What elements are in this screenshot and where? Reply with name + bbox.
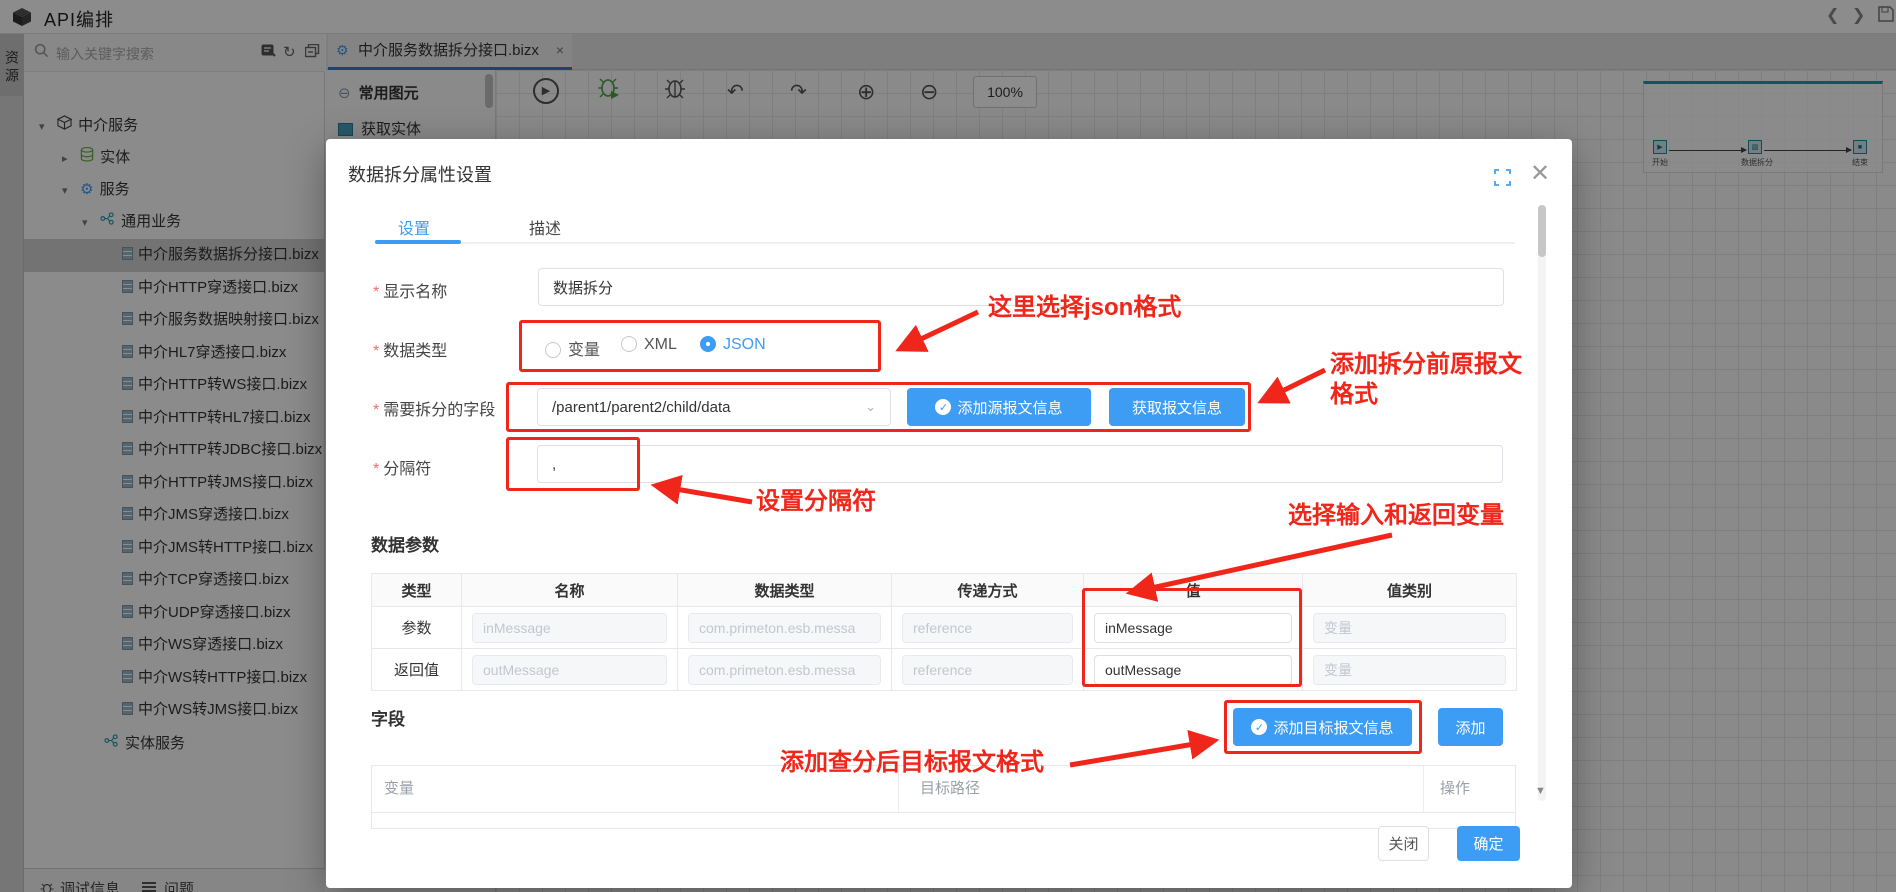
annotation-target-format: 添加查分后目标报文格式 [780, 749, 1044, 776]
add-source-message-button[interactable]: ✓ 添加源报文信息 [907, 388, 1091, 426]
param-type: 参数 [371, 606, 462, 649]
params-row: 返回值 outMessage com.primeton.esb.messa re… [371, 648, 1517, 691]
col-datatype: 数据类型 [677, 573, 892, 607]
active-tab-indicator [375, 240, 461, 244]
scrollbar-thumb[interactable] [1538, 205, 1546, 257]
annotation-json-format: 这里选择json格式 [988, 294, 1182, 321]
col-value: 值 [1083, 573, 1303, 607]
param-name-input: inMessage [472, 612, 667, 643]
param-value-input[interactable]: outMessage [1094, 654, 1292, 685]
radio-icon [621, 336, 637, 352]
param-datatype-input: com.primeton.esb.messa [688, 612, 881, 643]
col-value-category: 值类别 [1302, 573, 1517, 607]
scroll-down-icon[interactable]: ▼ [1535, 785, 1546, 797]
radio-selected-icon [700, 336, 716, 352]
col-name: 名称 [461, 573, 678, 607]
col-variable: 变量 [384, 780, 415, 797]
screen: API编排 ❮ ❯ 资源 输入关键字搜索 ↻ ▾ 中介服务 ▸ 实体 ▾ ⚙ 服… [0, 0, 1896, 892]
col-type: 类型 [371, 573, 462, 607]
param-datatype-input: com.primeton.esb.messa [688, 654, 881, 685]
param-value-category-input: 变量 [1313, 612, 1506, 643]
get-message-button[interactable]: 获取报文信息 [1109, 388, 1245, 426]
split-field-label: * 需要拆分的字段 [373, 402, 496, 419]
params-header-row: 类型 名称 数据类型 传递方式 值 值类别 [371, 573, 1517, 607]
dialog-title: 数据拆分属性设置 [348, 165, 492, 185]
add-button[interactable]: 添加 [1438, 708, 1503, 746]
params-row: 参数 inMessage com.primeton.esb.messa refe… [371, 606, 1517, 649]
ok-button[interactable]: 确定 [1457, 826, 1520, 861]
param-value-category-input: 变量 [1313, 654, 1506, 685]
annotation-source-format: 添加拆分前原报文格式 [1330, 351, 1522, 408]
check-circle-icon: ✓ [935, 399, 952, 415]
tab-description[interactable]: 描述 [529, 215, 561, 239]
col-mode: 传递方式 [891, 573, 1084, 607]
annotation-variables: 选择输入和返回变量 [1288, 502, 1504, 529]
radio-icon [545, 342, 561, 358]
check-circle-icon: ✓ [1251, 719, 1268, 735]
radio-json[interactable]: JSON [700, 336, 766, 354]
tab-settings[interactable]: 设置 [398, 215, 430, 239]
params-table: 类型 名称 数据类型 传递方式 值 值类别 参数 inMessage com.p… [371, 573, 1517, 691]
separator-input[interactable]: , [537, 445, 1503, 483]
param-type: 返回值 [371, 648, 462, 691]
split-field-select[interactable]: /parent1/parent2/child/data ⌄ [537, 388, 891, 426]
tab-divider [375, 242, 1515, 244]
data-type-label: * 数据类型 [373, 343, 448, 360]
radio-variable[interactable]: 变量 [545, 336, 600, 360]
fullscreen-icon[interactable] [1494, 169, 1511, 191]
dialog-scrollbar[interactable] [1538, 205, 1546, 801]
close-button[interactable]: 关闭 [1378, 826, 1429, 861]
annotation-separator: 设置分隔符 [756, 488, 876, 515]
fields-section-title: 字段 [371, 710, 405, 729]
column-divider [1423, 766, 1424, 812]
separator-label: * 分隔符 [373, 461, 432, 478]
display-name-label: * 显示名称 [373, 284, 448, 301]
col-operation: 操作 [1440, 780, 1471, 797]
param-mode-input: reference [902, 612, 1073, 643]
param-value-input[interactable]: inMessage [1094, 612, 1292, 643]
header-divider [372, 812, 1515, 813]
params-section-title: 数据参数 [371, 536, 439, 555]
add-target-message-button[interactable]: ✓ 添加目标报文信息 [1233, 708, 1412, 746]
param-mode-input: reference [902, 654, 1073, 685]
chevron-down-icon: ⌄ [865, 399, 876, 414]
radio-xml[interactable]: XML [621, 336, 677, 354]
close-icon[interactable]: ✕ [1530, 159, 1550, 188]
param-name-input: outMessage [472, 654, 667, 685]
